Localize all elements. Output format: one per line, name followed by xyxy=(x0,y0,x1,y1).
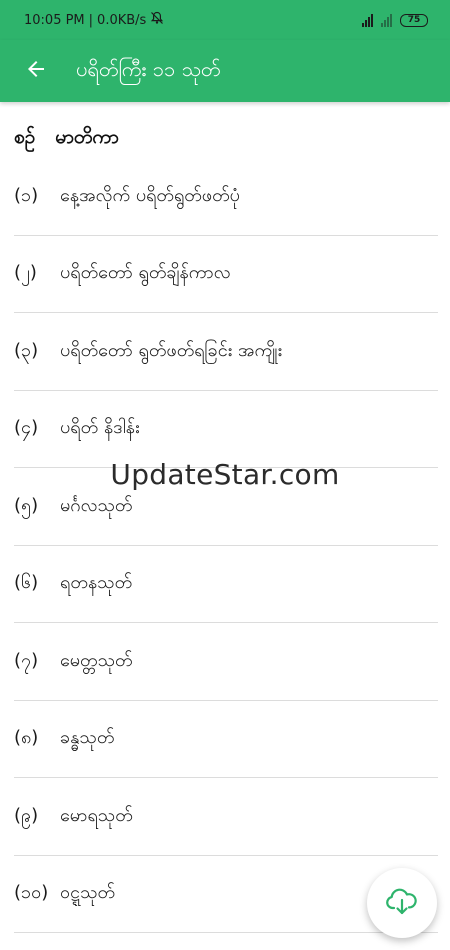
item-number: (၂) xyxy=(14,262,37,284)
list-item[interactable]: (၃) ပရိတ်တော် ရွတ်ဖတ်ရခြင်း အကျိုး xyxy=(14,313,438,391)
list-item[interactable]: (၄) ပရိတ် နိဒါန်း xyxy=(14,391,438,468)
item-label: ပရိတ်တော် ရွတ်ဖတ်ရခြင်း အကျိုး xyxy=(60,339,283,361)
battery-level: 75 xyxy=(407,15,421,25)
item-label: ရတနသုတ် xyxy=(60,572,133,594)
download-fab[interactable] xyxy=(367,868,437,938)
list-item[interactable]: (၉) မောရသုတ် xyxy=(14,778,438,856)
list-item[interactable]: (၇) မေတ္တသုတ် xyxy=(14,623,438,701)
app-bar: ပရိတ်ကြီး ၁၁ သုတ် xyxy=(0,40,450,102)
status-separator: | xyxy=(88,12,94,28)
list-item[interactable]: (၁) နေ့အလိုက် ပရိတ်ရွတ်ဖတ်ပုံ xyxy=(14,158,438,236)
header-number-label: စဉ် xyxy=(14,126,36,148)
status-time: 10:05 PM xyxy=(24,12,85,28)
item-number: (၈) xyxy=(14,727,39,749)
contents-list: (၁) နေ့အလိုက် ပရိတ်ရွတ်ဖတ်ပုံ (၂) ပရိတ်တ… xyxy=(0,158,450,933)
list-item[interactable]: (၂) ပရိတ်တော် ရွတ်ချိန်ကာလ xyxy=(14,236,438,313)
item-number: (၃) xyxy=(14,339,39,361)
item-label: နေ့အလိုက် ပရိတ်ရွတ်ဖတ်ပုံ xyxy=(60,184,240,206)
item-label: ခန္ဓသုတ် xyxy=(60,727,115,749)
back-button[interactable] xyxy=(20,55,52,87)
item-label: မင်္ဂလသုတ် xyxy=(60,494,133,516)
signal-icon xyxy=(362,13,373,27)
item-number: (၅) xyxy=(14,494,39,516)
status-bar: 10:05 PM | 0.0KB/s 75 xyxy=(0,0,450,40)
status-right: 75 xyxy=(362,13,428,27)
status-left: 10:05 PM | 0.0KB/s xyxy=(24,11,164,29)
item-label: မေတ္တသုတ် xyxy=(60,649,133,671)
item-label: ဝဋ္ဋသုတ် xyxy=(60,882,116,904)
signal-icon-2 xyxy=(381,13,392,27)
item-label: မောရသုတ် xyxy=(60,804,133,826)
cloud-download-icon xyxy=(385,886,419,920)
arrow-left-icon xyxy=(24,57,48,85)
item-number: (၁) xyxy=(14,184,39,206)
battery-icon: 75 xyxy=(400,13,428,27)
item-label: ပရိတ် နိဒါန်း xyxy=(60,417,140,439)
status-speed: 0.0KB/s xyxy=(97,12,147,28)
item-label: ပရိတ်တော် ရွတ်ချိန်ကာလ xyxy=(60,262,231,284)
item-number: (၇) xyxy=(14,649,39,671)
mute-icon xyxy=(150,11,164,29)
page-title: ပရိတ်ကြီး ၁၁ သုတ် xyxy=(76,57,221,81)
item-number: (၁၀) xyxy=(14,882,49,904)
item-number: (၉) xyxy=(14,804,39,826)
watermark: UpdateStar.com xyxy=(110,458,340,491)
header-contents-label: မာတိကာ xyxy=(55,126,119,148)
contents-header: စဉ် မာတိကာ xyxy=(14,125,119,153)
list-item[interactable]: (၆) ရတနသုတ် xyxy=(14,546,438,623)
list-item[interactable]: (၈) ခန္ဓသုတ် xyxy=(14,701,438,778)
item-number: (၆) xyxy=(14,572,39,594)
item-number: (၄) xyxy=(14,417,39,439)
